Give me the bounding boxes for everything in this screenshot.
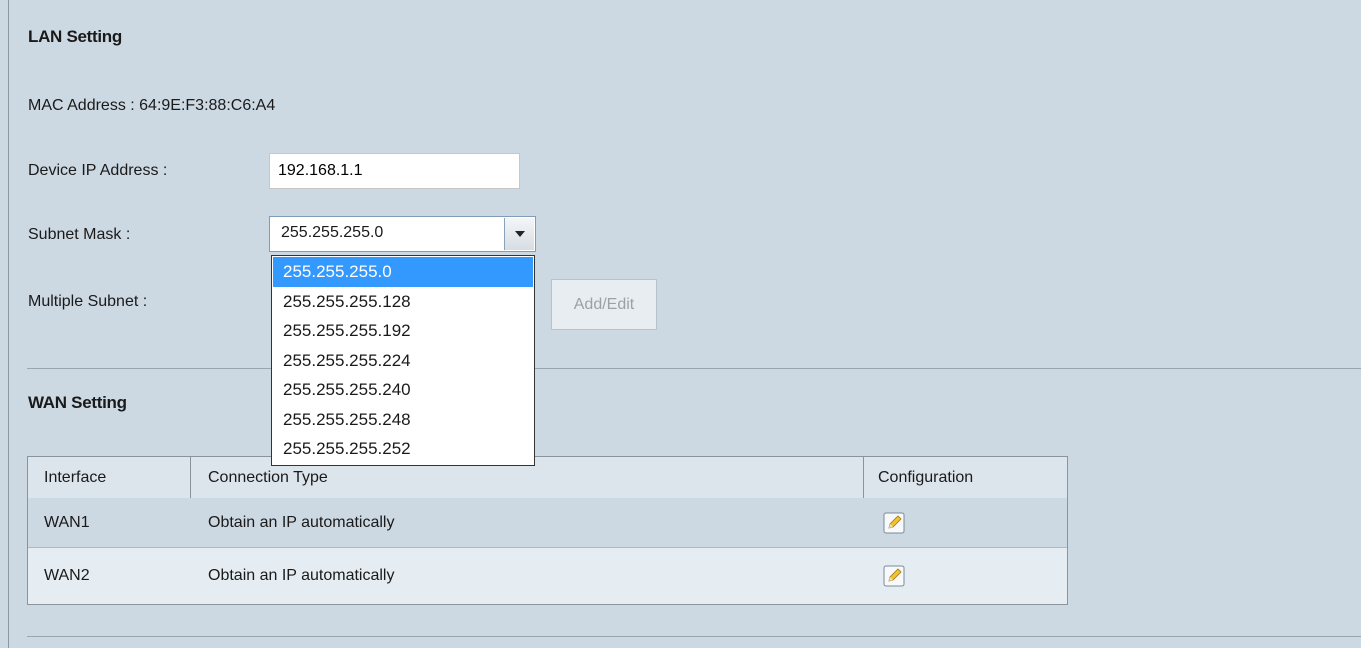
interface-cell: WAN2 <box>44 567 90 584</box>
add-edit-button[interactable]: Add/Edit <box>551 279 657 330</box>
mac-address-text: MAC Address : 64:9E:F3:88:C6:A4 <box>28 97 276 114</box>
column-header-configuration: Configuration <box>878 468 974 486</box>
section-divider <box>27 368 1361 369</box>
column-divider <box>190 457 191 498</box>
configuration-cell <box>878 498 1066 547</box>
pencil-edit-icon[interactable] <box>882 511 906 535</box>
interface-cell: WAN1 <box>44 513 90 531</box>
wan-table: Interface Connection Type Configuration … <box>27 456 1068 605</box>
subnet-mask-selected-value: 255.255.255.0 <box>281 224 384 241</box>
subnet-option[interactable]: 255.255.255.0 <box>273 257 533 287</box>
column-header-interface: Interface <box>44 468 107 486</box>
device-ip-input[interactable] <box>269 153 520 189</box>
subnet-option[interactable]: 255.255.255.248 <box>273 405 533 435</box>
subnet-mask-select[interactable]: 255.255.255.0 <box>269 216 536 252</box>
subnet-option[interactable]: 255.255.255.240 <box>273 375 533 405</box>
lan-setting-title: LAN Setting <box>28 27 122 46</box>
subnet-mask-dropdown-list: 255.255.255.0 255.255.255.128 255.255.25… <box>271 255 535 466</box>
subnet-option[interactable]: 255.255.255.252 <box>273 434 533 464</box>
subnet-option[interactable]: 255.255.255.192 <box>273 316 533 346</box>
page-left-border <box>8 0 9 648</box>
table-row: WAN2 Obtain an IP automatically <box>28 548 1067 604</box>
connection-type-cell: Obtain an IP automatically <box>208 567 395 584</box>
pencil-edit-icon[interactable] <box>882 564 906 588</box>
configuration-cell <box>878 548 1066 604</box>
dropdown-arrow-button[interactable] <box>504 218 534 250</box>
section-divider <box>27 636 1361 637</box>
wan-setting-title: WAN Setting <box>28 393 127 412</box>
device-ip-label: Device IP Address : <box>28 162 168 179</box>
chevron-down-icon <box>514 231 525 237</box>
table-header-row: Interface Connection Type Configuration <box>28 457 1067 499</box>
multiple-subnet-label: Multiple Subnet : <box>28 293 148 310</box>
table-row: WAN1 Obtain an IP automatically <box>28 498 1067 548</box>
subnet-option[interactable]: 255.255.255.128 <box>273 287 533 317</box>
subnet-mask-label: Subnet Mask : <box>28 226 131 243</box>
connection-type-cell: Obtain an IP automatically <box>208 513 395 531</box>
column-divider <box>863 457 864 498</box>
subnet-option[interactable]: 255.255.255.224 <box>273 346 533 376</box>
